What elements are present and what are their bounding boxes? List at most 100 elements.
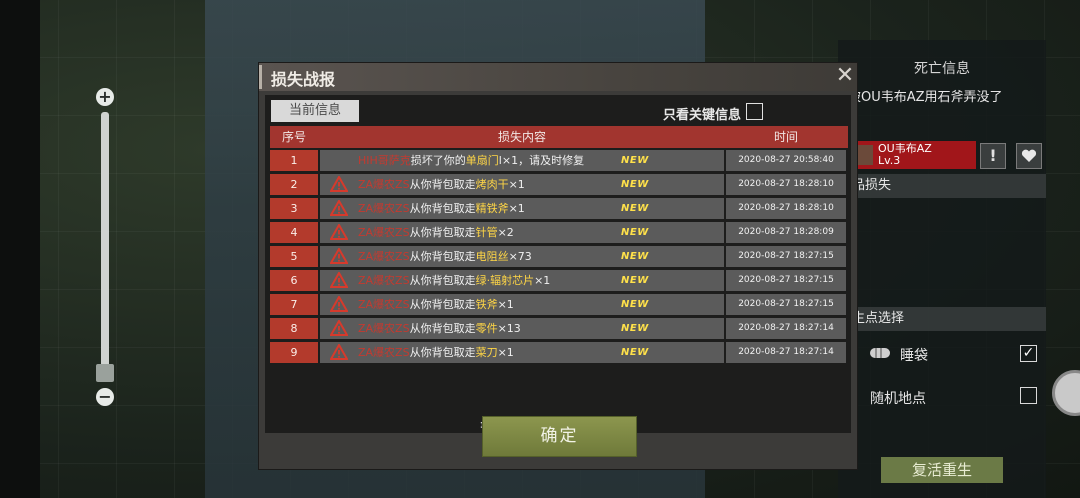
action-text: 从你背包取走 <box>409 178 476 191</box>
row-index: 7 <box>270 294 318 315</box>
action-text: 从你背包取走 <box>409 226 476 239</box>
new-badge: NEW <box>621 299 649 310</box>
column-header-content: 损失内容 <box>497 130 546 144</box>
new-badge: NEW <box>621 203 649 214</box>
quantity-text: ×1 <box>508 178 525 191</box>
sleeping-bag-icon <box>870 348 890 358</box>
warning-icon <box>330 320 348 336</box>
death-panel-title: 死亡信息 <box>914 61 970 77</box>
row-index: 8 <box>270 318 318 339</box>
zoom-slider[interactable] <box>101 112 109 378</box>
item-name: 零件 <box>475 322 498 335</box>
row-time: 2020-08-27 18:27:15 <box>726 294 846 315</box>
item-name: 精铁斧 <box>475 202 509 215</box>
sleeping-bag-checkbox[interactable]: ✓ <box>1020 345 1037 362</box>
killer-level: Lv.3 <box>878 154 901 167</box>
item-name: 烤肉干 <box>475 178 509 191</box>
row-time: 2020-08-27 18:28:09 <box>726 222 846 243</box>
left-edge <box>0 0 40 498</box>
row-text: ZA爆农ZS从你背包取走精铁斧×1 <box>358 198 525 219</box>
item-name: 铁斧 <box>475 298 498 311</box>
row-content: ZA爆农ZS从你背包取走绿·辐射芯片×1 NEW <box>320 270 724 291</box>
warning-icon <box>330 344 348 360</box>
report-panel: 当前信息 只看关键信息 序号 损失内容 时间 1 HIH哥萨克损坏了你的单扇门l×… <box>265 95 851 433</box>
confirm-button[interactable]: 确定 <box>482 416 637 457</box>
warning-icon <box>330 248 348 264</box>
action-text: 从你背包取走 <box>409 274 476 287</box>
action-text: 损坏了你的 <box>410 154 466 167</box>
row-content: ZA爆农ZS从你背包取走菜刀×1 NEW <box>320 342 724 363</box>
zoom-in-button[interactable]: + <box>96 88 114 106</box>
heart-icon <box>1021 149 1037 162</box>
row-text: HIH哥萨克损坏了你的单扇门l×1，请及时修复 <box>358 150 584 171</box>
row-text: ZA爆农ZS从你背包取走绿·辐射芯片×1 <box>358 270 550 291</box>
table-row: 9 ZA爆农ZS从你背包取走菜刀×1 NEW 2020-08-27 18:27:14 <box>270 342 848 363</box>
warning-icon <box>330 272 348 288</box>
actor-name: ZA爆农ZS <box>358 346 410 359</box>
close-icon[interactable]: ✕ <box>833 64 857 88</box>
row-text: ZA爆农ZS从你背包取走针管×2 <box>358 222 514 243</box>
row-time: 2020-08-27 18:27:15 <box>726 246 846 267</box>
actor-name: ZA爆农ZS <box>358 298 410 311</box>
table-row: 7 ZA爆农ZS从你背包取走铁斧×1 NEW 2020-08-27 18:27:15 <box>270 294 848 315</box>
new-badge: NEW <box>621 275 649 286</box>
item-name: 菜刀 <box>475 346 498 359</box>
table-row: 8 ZA爆农ZS从你背包取走零件×13 NEW 2020-08-27 18:27:14 <box>270 318 848 339</box>
new-badge: NEW <box>621 347 649 358</box>
action-text: 从你背包取走 <box>409 202 476 215</box>
table-row: 1 HIH哥萨克损坏了你的单扇门l×1，请及时修复 NEW 2020-08-27 20… <box>270 150 848 171</box>
quantity-text: ×13 <box>497 322 521 335</box>
row-content: ZA爆农ZS从你背包取走烤肉干×1 NEW <box>320 174 724 195</box>
actor-name: ZA爆农ZS <box>358 226 410 239</box>
column-header-time: 时间 <box>773 130 798 144</box>
quantity-text: ×73 <box>508 250 532 263</box>
modal-header: 损失战报 ✕ <box>259 63 857 91</box>
actor-name: ZA爆农ZS <box>358 250 410 263</box>
modal-title: 损失战报 <box>271 70 336 89</box>
loss-report-modal: 损失战报 ✕ 当前信息 只看关键信息 序号 损失内容 时间 1 HIH哥萨克损坏了… <box>258 62 858 470</box>
killer-card[interactable]: OU韦布AZ Lv.3 <box>852 141 976 169</box>
row-text: ZA爆农ZS从你背包取走烤肉干×1 <box>358 174 525 195</box>
row-index: 6 <box>270 270 318 291</box>
table-row: 6 ZA爆农ZS从你背包取走绿·辐射芯片×1 NEW 2020-08-27 18:27… <box>270 270 848 291</box>
column-header-index: 序号 <box>281 130 306 144</box>
report-button[interactable]: ! <box>980 143 1006 169</box>
row-index: 5 <box>270 246 318 267</box>
row-text: ZA爆农ZS从你背包取走电阻丝×73 <box>358 246 532 267</box>
action-text: 从你背包取走 <box>409 250 476 263</box>
zoom-out-button[interactable]: − <box>96 388 114 406</box>
death-panel <box>838 40 1046 498</box>
table-row: 4 ZA爆农ZS从你背包取走针管×2 NEW 2020-08-27 18:28:09 <box>270 222 848 243</box>
item-name: 绿·辐射芯片 <box>475 274 535 287</box>
row-index: 3 <box>270 198 318 219</box>
action-text: 从你背包取走 <box>409 346 476 359</box>
item-name: 电阻丝 <box>475 250 509 263</box>
row-time: 2020-08-27 20:58:40 <box>726 150 846 171</box>
row-text: ZA爆农ZS从你背包取走菜刀×1 <box>358 342 514 363</box>
table-row: 2 ZA爆农ZS从你背包取走烤肉干×1 NEW 2020-08-27 18:28:10 <box>270 174 848 195</box>
spawn-option-random[interactable]: 随机地点 <box>870 388 926 408</box>
row-time: 2020-08-27 18:27:14 <box>726 342 846 363</box>
key-info-filter-checkbox[interactable] <box>746 103 763 120</box>
quantity-text: ×1 <box>534 274 551 287</box>
zoom-slider-thumb[interactable] <box>96 364 114 382</box>
new-badge: NEW <box>621 227 649 238</box>
actor-name: ZA爆农ZS <box>358 178 410 191</box>
random-spawn-checkbox[interactable] <box>1020 387 1037 404</box>
row-content: ZA爆农ZS从你背包取走零件×13 NEW <box>320 318 724 339</box>
warning-icon <box>330 200 348 216</box>
quantity-text: ×2 <box>497 226 514 239</box>
spawn-option-sleeping-bag[interactable]: 睡袋 <box>900 345 928 365</box>
revive-button[interactable]: 复活重生 <box>881 457 1003 483</box>
row-index: 1 <box>270 150 318 171</box>
row-text: ZA爆农ZS从你背包取走铁斧×1 <box>358 294 514 315</box>
actor-name: ZA爆农ZS <box>358 322 410 335</box>
row-content: ZA爆农ZS从你背包取走针管×2 NEW <box>320 222 724 243</box>
key-info-filter-label: 只看关键信息 <box>663 108 742 123</box>
heart-button[interactable] <box>1016 143 1042 169</box>
row-content: ZA爆农ZS从你背包取走铁斧×1 NEW <box>320 294 724 315</box>
action-text: 从你背包取走 <box>409 298 476 311</box>
row-time: 2020-08-27 18:27:14 <box>726 318 846 339</box>
table-header: 序号 损失内容 时间 <box>270 126 848 148</box>
tab-current-info[interactable]: 当前信息 <box>271 100 359 122</box>
